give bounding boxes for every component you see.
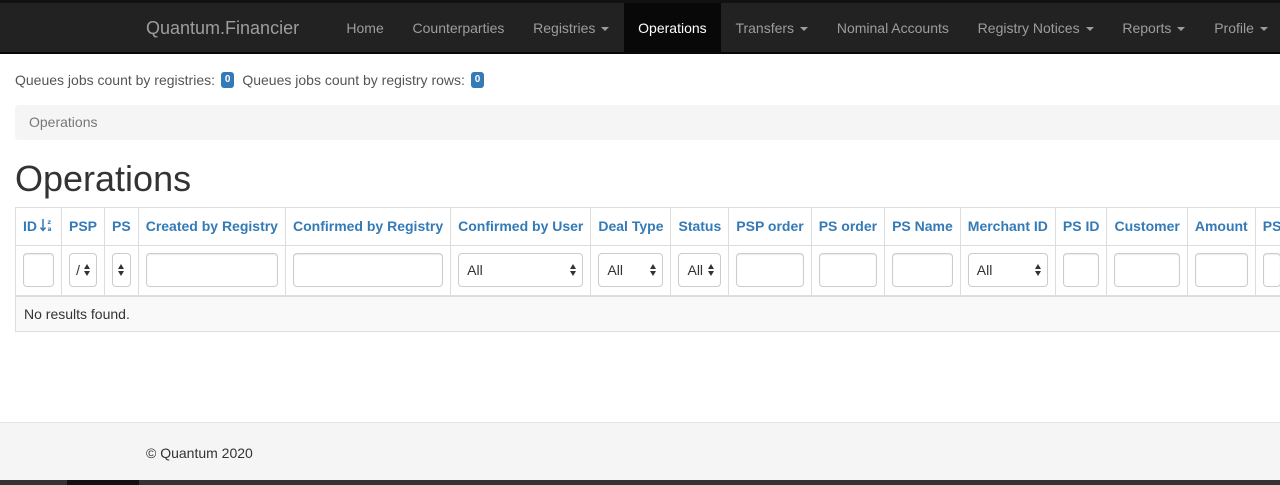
queues-registries-count-badge: 0 <box>220 72 235 89</box>
col-header-merchant-id[interactable]: Merchant ID <box>960 208 1056 246</box>
filter-ps-extra-input[interactable] <box>1262 253 1280 288</box>
main-nav: Home Counterparties Registries Operation… <box>332 3 1280 54</box>
col-header-ps-extra[interactable]: PS <box>1255 208 1280 246</box>
queues-registries-label: Queues jobs count by registries: <box>15 72 215 88</box>
nav-item-nominal-accounts[interactable]: Nominal Accounts <box>822 3 963 54</box>
nav-item-registries[interactable]: Registries <box>519 3 624 54</box>
col-header-created-by-registry[interactable]: Created by Registry <box>138 208 286 246</box>
select-arrows-icon <box>650 263 657 277</box>
col-header-confirmed-by-registry[interactable]: Confirmed by Registry <box>285 208 452 246</box>
filter-created-by-registry-input[interactable] <box>145 253 278 288</box>
select-arrows-icon <box>84 263 91 277</box>
nav-item-transfers[interactable]: Transfers <box>721 3 822 54</box>
filter-ps-order-input[interactable] <box>818 253 878 288</box>
filter-amount-input[interactable] <box>1194 253 1248 288</box>
filter-customer-input[interactable] <box>1114 253 1180 288</box>
col-header-customer[interactable]: Customer <box>1106 208 1188 246</box>
brand-logo[interactable]: Quantum.Financier <box>146 3 299 54</box>
caret-down-icon <box>1177 27 1186 32</box>
sort-alpha-icon: za <box>40 219 52 232</box>
nav-item-reports[interactable]: Reports <box>1108 3 1200 54</box>
empty-results-message: No results found. <box>24 306 130 322</box>
col-header-confirmed-by-user[interactable]: Confirmed by User <box>450 208 592 246</box>
filter-merchant-id-select[interactable]: All <box>967 253 1048 288</box>
breadcrumb: Operations <box>15 105 1280 140</box>
page-title: Operations <box>15 158 192 199</box>
filter-id-input[interactable] <box>23 253 54 288</box>
filter-deal-type-select[interactable]: All <box>598 253 664 288</box>
breadcrumb-current: Operations <box>29 114 98 130</box>
footer: © Quantum 2020 <box>0 422 1280 480</box>
col-header-deal-type[interactable]: Deal Type <box>590 208 672 246</box>
nav-item-counterparties[interactable]: Counterparties <box>398 3 519 54</box>
filter-psp-order-input[interactable] <box>736 253 804 288</box>
svg-text:a: a <box>48 226 52 232</box>
col-header-ps[interactable]: PS <box>104 208 139 246</box>
operations-grid: ID z a PSP PS Created by Registry Confirme… <box>15 207 1280 332</box>
nav-item-home[interactable]: Home <box>332 3 398 54</box>
filter-ps-id-input[interactable] <box>1062 253 1100 288</box>
filter-confirmed-by-user-select[interactable]: All <box>458 253 584 288</box>
top-navbar: Quantum.Financier Home Counterparties Re… <box>0 0 1280 54</box>
col-header-psp-order[interactable]: PSP order <box>728 208 812 246</box>
caret-down-icon <box>800 27 809 32</box>
col-header-status[interactable]: Status <box>670 208 730 246</box>
col-header-psp[interactable]: PSP <box>61 208 106 246</box>
window-bottom-bar <box>0 480 1280 485</box>
filter-confirmed-by-registry-input[interactable] <box>292 253 444 288</box>
operations-table: ID z a PSP PS Created by Registry Confirme… <box>16 208 1280 297</box>
svg-text:z: z <box>48 219 52 226</box>
filter-ps-select[interactable] <box>112 253 131 288</box>
table-filter-row: / All All All All <box>16 245 1280 297</box>
select-arrows-icon <box>570 263 577 277</box>
col-header-ps-name[interactable]: PS Name <box>884 208 961 246</box>
footer-copyright: © Quantum 2020 <box>146 445 253 461</box>
col-header-id[interactable]: ID z a <box>16 208 62 246</box>
nav-item-profile[interactable]: Profile <box>1200 3 1280 54</box>
select-arrows-icon <box>1034 263 1042 277</box>
select-arrows-icon <box>708 263 715 277</box>
caret-down-icon <box>1085 27 1094 32</box>
caret-down-icon <box>1259 27 1268 32</box>
nav-item-registry-notices[interactable]: Registry Notices <box>963 3 1108 54</box>
filter-psp-select[interactable]: / <box>69 253 98 288</box>
col-header-ps-id[interactable]: PS ID <box>1055 208 1108 246</box>
filter-ps-name-input[interactable] <box>892 253 953 288</box>
queues-rows-count-badge: 0 <box>470 72 485 89</box>
queues-rows-label: Queues jobs count by registry rows: <box>242 72 465 88</box>
caret-down-icon <box>601 27 610 32</box>
col-header-amount[interactable]: Amount <box>1187 208 1256 246</box>
nav-item-operations[interactable]: Operations <box>623 3 722 54</box>
col-header-ps-order[interactable]: PS order <box>811 208 886 246</box>
select-arrows-icon <box>117 263 125 277</box>
table-header-row: ID z a PSP PS Created by Registry Confirme… <box>16 208 1280 246</box>
filter-status-select[interactable]: All <box>678 253 722 288</box>
empty-row-background <box>16 297 1280 331</box>
queues-info: Queues jobs count by registries: 0 Queue… <box>15 70 488 90</box>
